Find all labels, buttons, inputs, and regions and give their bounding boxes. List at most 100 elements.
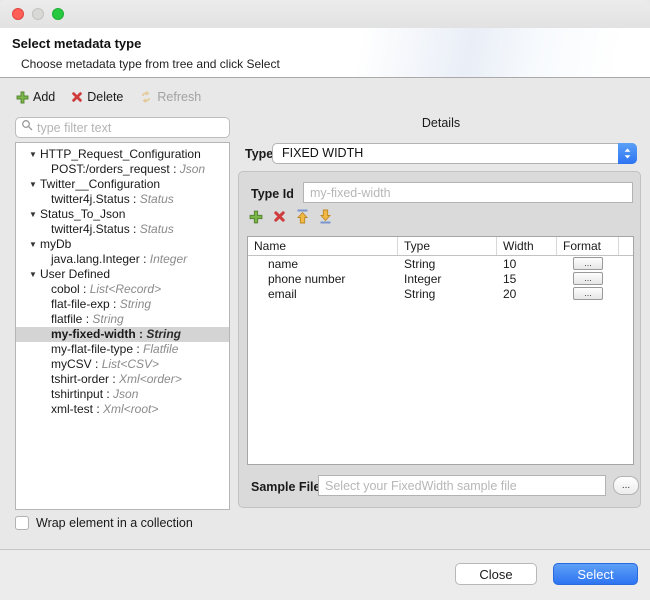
delete-field-button[interactable] xyxy=(273,210,286,228)
tree-item-type: Status xyxy=(139,192,174,206)
tree-item-type: Xml<root> xyxy=(103,402,159,416)
field-width-cell: 10 xyxy=(503,256,517,271)
move-down-button[interactable] xyxy=(319,209,332,229)
tree-item-label: User Defined xyxy=(40,267,111,281)
tree-item-separator: : xyxy=(82,312,93,326)
tree-item-label: HTTP_Request_Configuration xyxy=(40,147,201,161)
tree-item-label: my-flat-file-type xyxy=(51,342,134,356)
collapse-triangle-icon[interactable]: ▼ xyxy=(29,207,40,222)
tree-item-type: List<CSV> xyxy=(101,357,160,371)
tree-item-separator: : xyxy=(91,357,102,371)
tree-item-type: Xml<order> xyxy=(119,372,182,386)
refresh-button-label: Refresh xyxy=(157,90,202,104)
tree-item[interactable]: twitter4j.Status : Status xyxy=(16,222,229,237)
column-header-type: Type xyxy=(398,237,497,255)
type-id-field[interactable] xyxy=(303,182,633,203)
tree-item-type: String xyxy=(92,312,124,326)
format-ellipsis-button[interactable]: ... xyxy=(573,257,603,270)
tree-item[interactable]: ▼ User Defined xyxy=(16,267,229,282)
zoom-window-icon[interactable] xyxy=(52,8,64,20)
wrap-collection-option[interactable]: Wrap element in a collection xyxy=(15,516,193,530)
tree-item[interactable]: my-flat-file-type : Flatfile xyxy=(16,342,229,357)
tree-item[interactable]: ▼ Status_To_Json xyxy=(16,207,229,222)
delete-button-label: Delete xyxy=(87,90,124,104)
type-dropdown[interactable]: FIXED WIDTH xyxy=(272,143,637,164)
field-type-cell: String xyxy=(404,286,436,301)
wrap-collection-checkbox[interactable] xyxy=(15,516,29,530)
refresh-icon xyxy=(139,90,153,104)
tree-item[interactable]: flatfile : String xyxy=(16,312,229,327)
tree-item-separator: : xyxy=(109,372,120,386)
tree-item-type: Integer xyxy=(149,252,188,266)
tree-item-label: POST:/orders_request xyxy=(51,162,170,176)
field-name-cell: name xyxy=(268,256,299,271)
collapse-triangle-icon[interactable]: ▼ xyxy=(29,237,40,252)
tree-item[interactable]: ▼ myDb xyxy=(16,237,229,252)
close-button[interactable]: Close xyxy=(455,563,537,585)
type-label: Type xyxy=(245,147,274,161)
tree-item[interactable]: POST:/orders_request : Json xyxy=(16,162,229,177)
tree-item[interactable]: cobol : List<Record> xyxy=(16,282,229,297)
column-header-format: Format xyxy=(557,237,619,255)
fields-table-header: Name Type Width Format xyxy=(248,237,633,256)
tree-filter xyxy=(15,117,230,138)
tree-item-separator: : xyxy=(133,342,144,356)
format-ellipsis-button[interactable]: ... xyxy=(573,287,603,300)
move-up-button[interactable] xyxy=(296,209,309,229)
sample-file-label: Sample File xyxy=(251,480,321,494)
tree-item[interactable]: xml-test : Xml<root> xyxy=(16,402,229,417)
tree-item-label: Status_To_Json xyxy=(40,207,126,221)
add-field-button[interactable] xyxy=(249,210,263,229)
format-ellipsis-button[interactable]: ... xyxy=(573,272,603,285)
tree-item[interactable]: myCSV : List<CSV> xyxy=(16,357,229,372)
tree-item[interactable]: java.lang.Integer : Integer xyxy=(16,252,229,267)
details-title: Details xyxy=(421,116,461,130)
tree-item[interactable]: tshirtinput : Json xyxy=(16,387,229,402)
table-row[interactable]: phone number Integer 15 ... xyxy=(248,271,633,286)
delete-button[interactable]: Delete xyxy=(71,90,123,104)
dialog-header: Select metadata type Choose metadata typ… xyxy=(0,28,650,78)
refresh-button[interactable]: Refresh xyxy=(139,90,201,104)
add-button[interactable]: Add xyxy=(16,90,55,104)
type-dropdown-value: FIXED WIDTH xyxy=(282,146,364,160)
tree-item-label: flat-file-exp xyxy=(51,297,110,311)
sample-file-field[interactable] xyxy=(318,475,606,496)
collapse-triangle-icon[interactable]: ▼ xyxy=(29,147,40,162)
tree-item-separator: : xyxy=(129,192,140,206)
tree-item-label: cobol xyxy=(51,282,80,296)
browse-sample-file-button[interactable]: ... xyxy=(613,476,639,495)
fields-table: Name Type Width Format name String 10 ..… xyxy=(247,236,634,465)
tree-item-type: Json xyxy=(113,387,139,401)
table-row[interactable]: name String 10 ... xyxy=(248,256,633,271)
tree-item-label: twitter4j.Status xyxy=(51,222,130,236)
filter-input[interactable] xyxy=(34,120,229,135)
table-row[interactable]: email String 20 ... xyxy=(248,286,633,301)
tree-item[interactable]: flat-file-exp : String xyxy=(16,297,229,312)
tree-item[interactable]: tshirt-order : Xml<order> xyxy=(16,372,229,387)
field-width-cell: 20 xyxy=(503,286,517,301)
tree-item-separator: : xyxy=(93,402,104,416)
field-type-cell: Integer xyxy=(404,271,442,286)
tree-item-type: Status xyxy=(139,222,174,236)
tree-item-type: Json xyxy=(179,162,206,176)
tree-item-label: tshirtinput xyxy=(51,387,104,401)
column-header-filler xyxy=(619,237,633,255)
tree-item[interactable]: ▼ HTTP_Request_Configuration xyxy=(16,147,229,162)
tree-item-separator: : xyxy=(129,222,140,236)
field-type-cell: String xyxy=(404,256,436,271)
tree-item-selected[interactable]: my-fixed-width : String xyxy=(16,327,229,342)
select-button[interactable]: Select xyxy=(553,563,638,585)
collapse-triangle-icon[interactable]: ▼ xyxy=(29,177,40,192)
collapse-triangle-icon[interactable]: ▼ xyxy=(29,267,40,282)
field-name-cell: email xyxy=(268,286,297,301)
tree-item[interactable]: ▼ Twitter__Configuration xyxy=(16,177,229,192)
tree-item[interactable]: twitter4j.Status : Status xyxy=(16,192,229,207)
column-header-width: Width xyxy=(497,237,557,255)
tree-item-label: java.lang.Integer xyxy=(51,252,140,266)
dialog-footer: Close Select xyxy=(0,550,650,600)
title-bar xyxy=(0,0,650,28)
tree-item-label: myDb xyxy=(40,237,72,251)
tree-item-type: List<Record> xyxy=(89,282,162,296)
minimize-window-icon[interactable] xyxy=(32,8,44,20)
close-window-icon[interactable] xyxy=(12,8,24,20)
